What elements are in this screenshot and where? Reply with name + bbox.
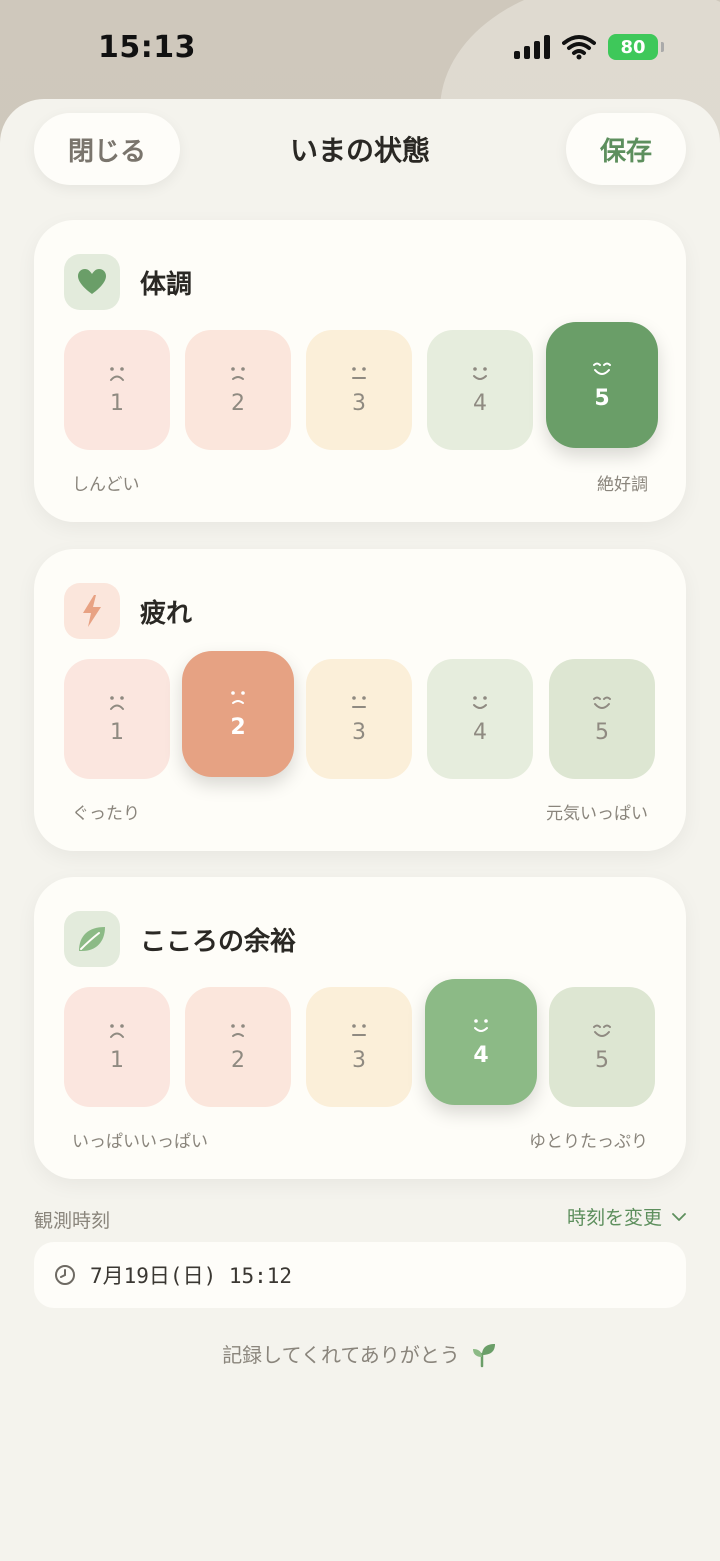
scale-option-number: 5 [595, 719, 609, 745]
neutral-face-icon [352, 695, 366, 708]
slightly-sad-face-icon [231, 1023, 245, 1037]
scale-option-number: 4 [473, 719, 487, 745]
scale-high-label: ゆとりたっぷり [529, 1132, 648, 1152]
scale-option-2-selected[interactable]: 2 [182, 651, 294, 777]
scale-option-5[interactable]: 5 [549, 659, 655, 779]
happy-face-icon [593, 362, 611, 375]
sad-face-icon [110, 1023, 124, 1038]
save-button[interactable]: 保存 [566, 113, 686, 185]
scale-option-5-selected[interactable]: 5 [546, 322, 658, 448]
status-time: 15:13 [98, 30, 196, 65]
scale-option-number: 1 [110, 390, 124, 416]
scale-high-label: 絶好調 [597, 475, 648, 495]
scale-low-label: しんどい [72, 475, 140, 495]
smile-face-icon [473, 695, 487, 709]
scale-option-number: 3 [352, 719, 366, 745]
scale-option-3[interactable]: 3 [306, 987, 412, 1107]
card-title: 体調 [140, 270, 193, 300]
fatigue-scale: 1 2 3 4 5 [64, 651, 656, 779]
condition-card: 体調 1 2 3 4 5 しんどい 絶好調 [34, 220, 686, 522]
lightning-icon [64, 583, 120, 639]
scale-option-3[interactable]: 3 [306, 659, 412, 779]
smile-face-icon [474, 1018, 488, 1032]
scale-option-2[interactable]: 2 [185, 987, 291, 1107]
clock-icon [55, 1265, 75, 1285]
battery-level: 80 [620, 36, 646, 58]
thanks-message: 記録してくれてありがとう [0, 1339, 720, 1368]
condition-scale: 1 2 3 4 5 [64, 322, 658, 450]
scale-option-number: 4 [473, 1042, 489, 1068]
change-time-button[interactable]: 時刻を変更 [567, 1203, 686, 1230]
change-time-label: 時刻を変更 [566, 1207, 662, 1229]
fatigue-card: 疲れ 1 2 3 4 5 ぐったり 元気いっぱい [34, 549, 686, 851]
scale-option-number: 2 [231, 390, 245, 416]
screen: 15:13 80 閉じる いまの状態 保存 体調 1 2 3 4 5 しんどい … [0, 0, 720, 1561]
battery-indicator: 80 [608, 34, 664, 60]
mental-margin-card: こころの余裕 1 2 3 4 5 いっぱいいっぱい ゆとりたっぷり [34, 877, 686, 1179]
observation-time-label: 観測時刻 [34, 1210, 111, 1232]
scale-option-4-selected[interactable]: 4 [425, 979, 537, 1105]
state-sheet: 閉じる いまの状態 保存 体調 1 2 3 4 5 しんどい 絶好調 疲れ 1 … [0, 99, 720, 1561]
status-icons: 80 [514, 34, 664, 60]
heart-icon [64, 254, 120, 310]
mental-margin-scale: 1 2 3 4 5 [64, 979, 656, 1107]
scale-option-number: 3 [352, 390, 366, 416]
scale-option-number: 1 [110, 719, 124, 745]
scale-option-5[interactable]: 5 [549, 987, 655, 1107]
slightly-sad-face-icon [231, 690, 245, 704]
scale-option-number: 2 [230, 714, 246, 740]
scale-option-2[interactable]: 2 [185, 330, 291, 450]
neutral-face-icon [352, 366, 366, 379]
card-title: 疲れ [140, 599, 193, 629]
scale-option-number: 3 [352, 1047, 366, 1073]
scale-option-number: 5 [595, 1047, 609, 1073]
sad-face-icon [110, 366, 124, 381]
thanks-text: 記録してくれてありがとう [222, 1343, 460, 1367]
scale-option-number: 5 [594, 385, 610, 411]
smile-face-icon [473, 366, 487, 380]
scale-high-label: 元気いっぱい [546, 804, 648, 824]
chevron-down-icon [672, 1212, 686, 1221]
scale-option-number: 1 [110, 1047, 124, 1073]
wifi-icon [562, 35, 596, 60]
happy-face-icon [593, 696, 611, 709]
status-bar: 15:13 80 [0, 0, 720, 98]
leaf-icon [64, 911, 120, 967]
scale-option-1[interactable]: 1 [64, 330, 170, 450]
neutral-face-icon [352, 1023, 366, 1036]
happy-face-icon [593, 1024, 611, 1037]
scale-option-number: 2 [231, 1047, 245, 1073]
scale-low-label: いっぱいいっぱい [72, 1132, 208, 1152]
scale-option-4[interactable]: 4 [427, 330, 533, 450]
sad-face-icon [110, 695, 124, 710]
scale-option-1[interactable]: 1 [64, 987, 170, 1107]
scale-low-label: ぐったり [72, 804, 140, 824]
card-title: こころの余裕 [140, 927, 297, 957]
scale-option-3[interactable]: 3 [306, 330, 412, 450]
scale-option-1[interactable]: 1 [64, 659, 170, 779]
slightly-sad-face-icon [231, 366, 245, 380]
observation-time-field[interactable]: 7月19日(日) 15:12 [34, 1242, 686, 1308]
cellular-signal-icon [514, 35, 550, 59]
observation-datetime: 7月19日(日) 15:12 [90, 1264, 293, 1288]
scale-option-4[interactable]: 4 [427, 659, 533, 779]
scale-option-number: 4 [473, 390, 487, 416]
sprout-icon [472, 1343, 495, 1367]
